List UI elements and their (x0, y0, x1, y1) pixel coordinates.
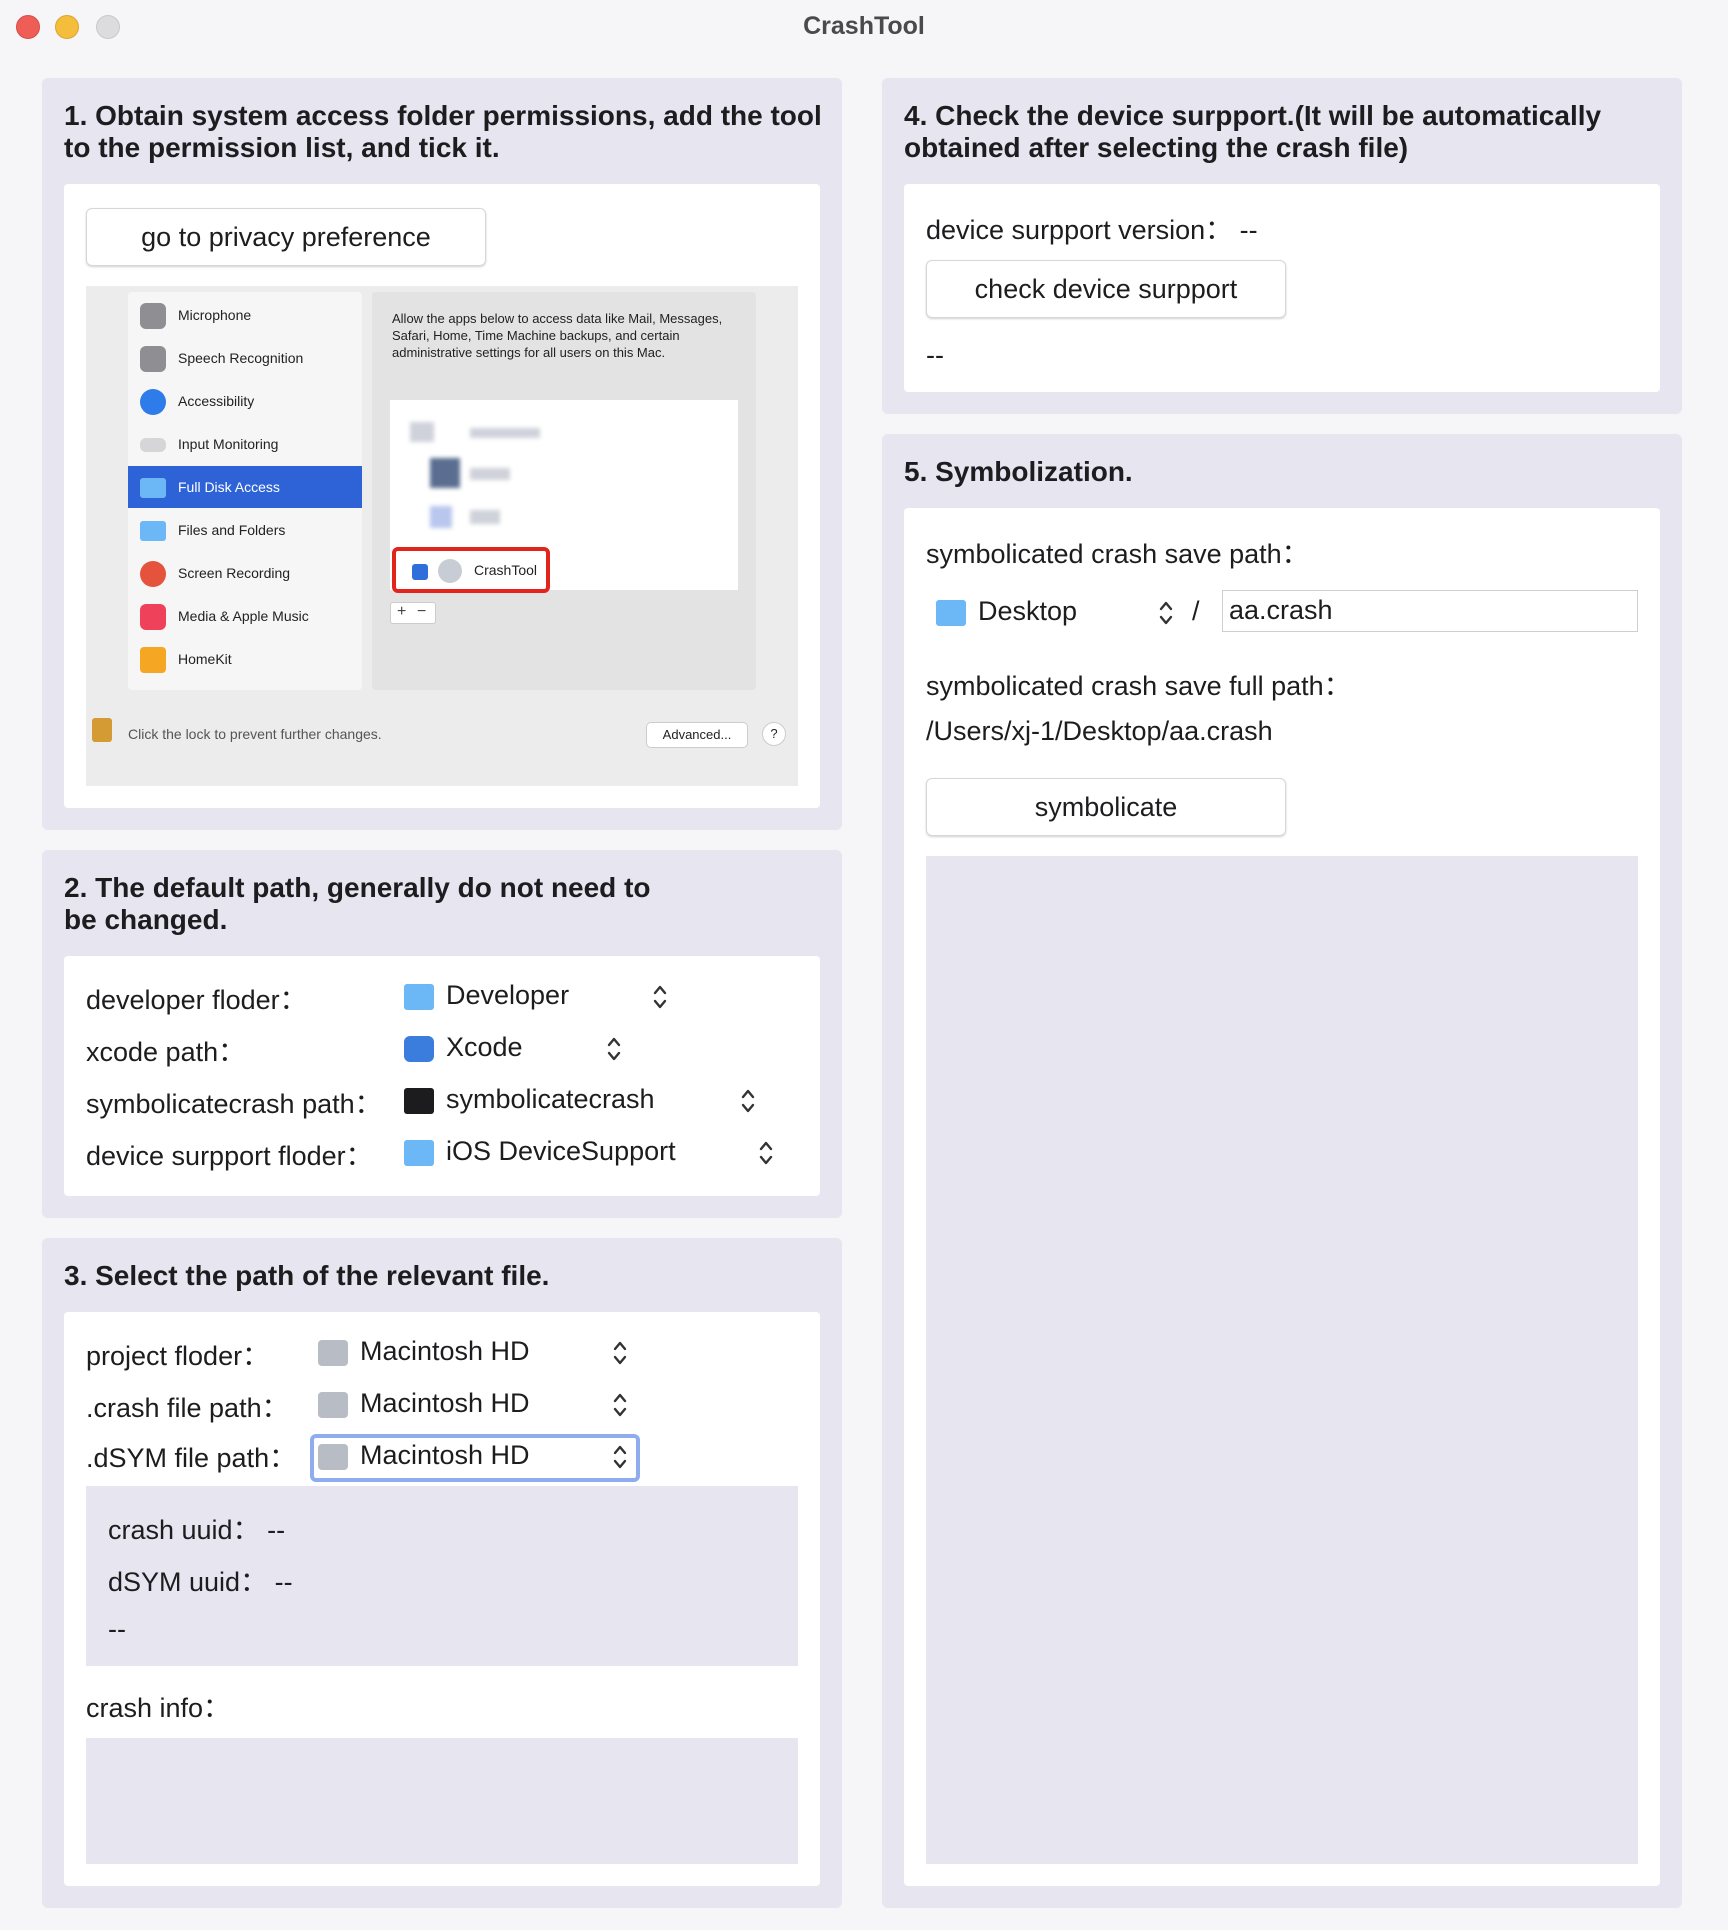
desktop-folder-icon (936, 600, 966, 626)
crash-uuid: crash uuid： -- (108, 1515, 286, 1545)
section-3-heading: 3. Select the path of the relevant file. (64, 1260, 550, 1291)
sidebar-item-media-apple-music: Media & Apple Music (128, 595, 362, 637)
device-support-folder-label: device surpport floder： (86, 1141, 373, 1171)
title-bar: CrashTool (0, 0, 1728, 54)
music-icon (140, 604, 166, 630)
full-path-label: symbolicated crash save full path： (926, 671, 1351, 701)
full-path-value: /Users/xj-1/Desktop/aa.crash (926, 716, 1273, 746)
check-device-support-button[interactable]: check device surpport (926, 260, 1286, 318)
lock-hint: Click the lock to prevent further change… (128, 726, 382, 742)
app-window: CrashTool 1. Obtain system access folder… (0, 0, 1728, 1930)
project-folder-popup[interactable]: Macintosh HD (318, 1334, 638, 1374)
crash-file-path-popup[interactable]: Macintosh HD (318, 1386, 638, 1426)
sidebar-item-screen-recording: Screen Recording (128, 552, 362, 594)
sidebar-item-homekit: HomeKit (128, 638, 362, 680)
device-support-folder-popup[interactable]: iOS DeviceSupport (404, 1134, 784, 1174)
developer-folder-label: developer floder： (86, 985, 307, 1015)
waveform-icon (140, 346, 166, 372)
privacy-detail: Allow the apps below to access data like… (372, 292, 756, 690)
section-4-heading-line2: obtained after selecting the crash file) (904, 132, 1409, 163)
disk-icon (318, 1392, 348, 1418)
chevron-updown-icon (1159, 601, 1173, 625)
app-list: CrashTool (390, 400, 738, 593)
sidebar-item-full-disk-access: Full Disk Access (128, 466, 362, 508)
section-4-heading: 4. Check the device surpport.(It will be… (904, 100, 1601, 164)
developer-folder-popup[interactable]: Developer (404, 978, 674, 1018)
folder-icon (404, 1140, 434, 1166)
help-button: ? (762, 722, 786, 746)
chevron-updown-icon (759, 1141, 773, 1165)
sidebar-item-input-monitoring: Input Monitoring (128, 423, 362, 465)
dsym-file-path-popup[interactable]: Macintosh HD (318, 1438, 638, 1478)
xcode-icon (404, 1036, 434, 1062)
chevron-updown-icon (653, 985, 667, 1009)
crash-info-label: crash info： (86, 1693, 231, 1723)
list-item (390, 452, 738, 496)
list-item (390, 496, 738, 540)
record-icon (140, 561, 166, 587)
symbolicate-button[interactable]: symbolicate (926, 778, 1286, 836)
home-icon (140, 647, 166, 673)
path-separator: / (1192, 596, 1200, 626)
minus-icon: − (417, 603, 427, 620)
privacy-footer: Click the lock to prevent further change… (86, 718, 798, 762)
advanced-button: Advanced... (646, 722, 748, 748)
section-1-heading-line1: 1. Obtain system access folder permissio… (64, 100, 822, 131)
sidebar-item-microphone: Microphone (128, 294, 362, 336)
folder-icon (140, 478, 166, 498)
device-support-version: device surpport version： -- (926, 215, 1258, 245)
section-4-heading-line1: 4. Check the device surpport.(It will be… (904, 100, 1602, 131)
chevron-updown-icon (613, 1445, 627, 1469)
save-path-label: symbolicated crash save path： (926, 539, 1309, 569)
folder-icon (404, 984, 434, 1010)
crashtool-list-item: CrashTool (392, 547, 550, 593)
lock-icon (92, 718, 112, 742)
xcode-path-label: xcode path： (86, 1037, 246, 1067)
project-folder-label: project floder： (86, 1341, 270, 1371)
uuid-result: -- (108, 1614, 126, 1644)
privacy-sidebar: Microphone Speech Recognition Accessibil… (128, 292, 362, 690)
sidebar-item-speech-recognition: Speech Recognition (128, 337, 362, 379)
disk-icon (318, 1340, 348, 1366)
sidebar-item-accessibility: Accessibility (128, 380, 362, 422)
privacy-description: Allow the apps below to access data like… (392, 311, 723, 360)
crashtool-label: CrashTool (474, 562, 538, 578)
crash-info-box[interactable] (86, 1738, 798, 1864)
section-2-heading-line1: 2. The default path, generally do not ne… (64, 872, 651, 903)
symbolicatecrash-path-label: symbolicatecrash path： (86, 1089, 382, 1119)
xcode-path-popup[interactable]: Xcode (404, 1030, 634, 1070)
chevron-updown-icon (613, 1341, 627, 1365)
plus-icon: + (397, 603, 407, 620)
section-2-heading-line2: be changed. (64, 904, 228, 935)
symbolicatecrash-path-popup[interactable]: symbolicatecrash (404, 1082, 764, 1122)
crash-file-path-label: .crash file path： (86, 1393, 289, 1423)
section-2-heading: 2. The default path, generally do not ne… (64, 872, 651, 936)
sidebar-item-files-and-folders: Files and Folders (128, 509, 362, 551)
filename-input[interactable]: aa.crash (1222, 590, 1638, 632)
keyboard-icon (140, 438, 166, 452)
dsym-file-path-label: .dSYM file path： (86, 1443, 297, 1473)
add-remove-control: + − (390, 602, 436, 624)
crashtool-app-icon (438, 559, 462, 583)
checkbox-icon (412, 564, 428, 580)
accessibility-icon (140, 389, 166, 415)
section-1-heading-line2: to the permission list, and tick it. (64, 132, 500, 163)
dsym-uuid: dSYM uuid： -- (108, 1567, 293, 1597)
folder-icon (140, 521, 166, 541)
disk-icon (318, 1444, 348, 1470)
list-item (390, 408, 738, 452)
chevron-updown-icon (613, 1393, 627, 1417)
symbolization-output[interactable] (926, 856, 1638, 1864)
chevron-updown-icon (607, 1037, 621, 1061)
device-support-result: -- (926, 340, 944, 370)
chevron-updown-icon (741, 1089, 755, 1113)
save-folder-popup[interactable]: Desktop (936, 594, 1186, 634)
terminal-icon (404, 1088, 434, 1114)
window-title: CrashTool (803, 12, 925, 40)
privacy-preference-button[interactable]: go to privacy preference (86, 208, 486, 266)
microphone-icon (140, 303, 166, 329)
section-1-heading: 1. Obtain system access folder permissio… (64, 100, 822, 164)
section-5-heading: 5. Symbolization. (904, 456, 1133, 487)
privacy-settings-screenshot: Microphone Speech Recognition Accessibil… (86, 286, 798, 786)
